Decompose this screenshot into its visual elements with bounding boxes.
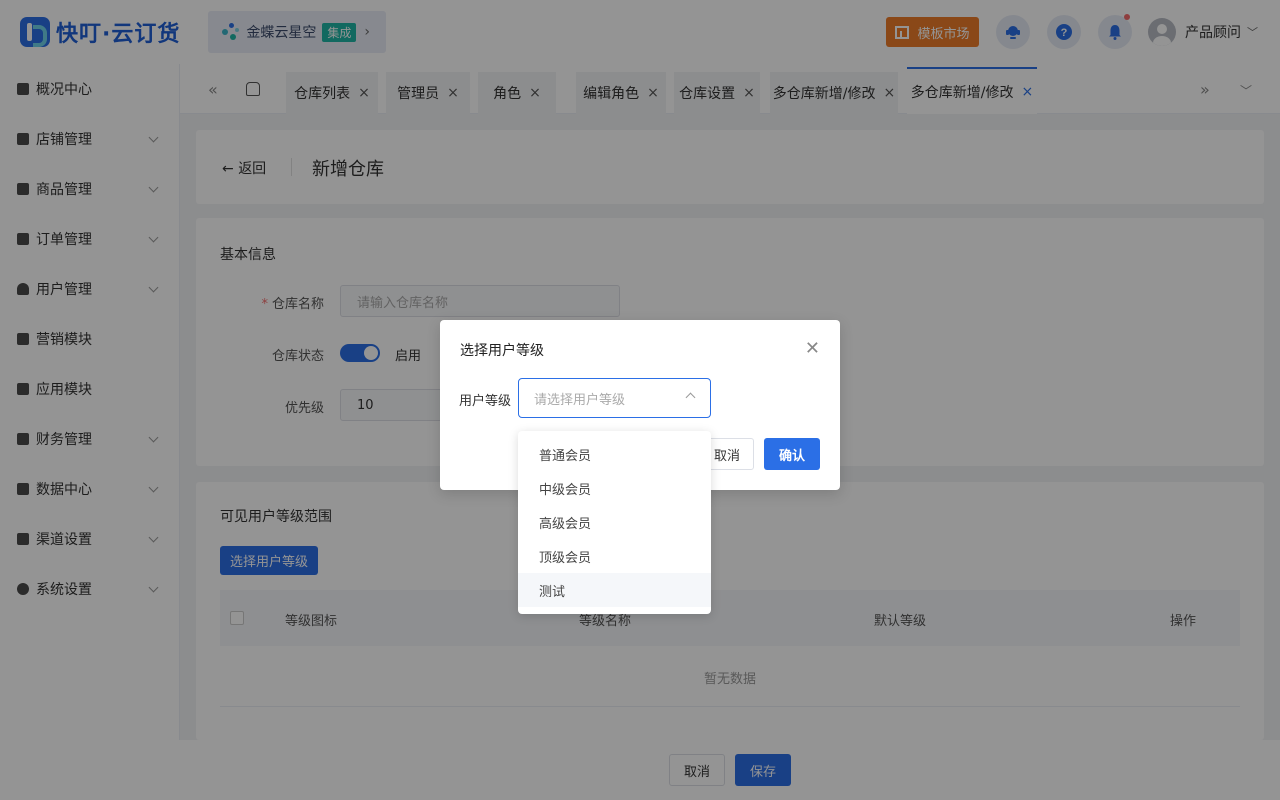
- level-label: 用户等级: [459, 394, 512, 409]
- dropdown-option[interactable]: 普通会员: [518, 437, 711, 471]
- dropdown-option[interactable]: 测试: [518, 573, 711, 607]
- dropdown-option[interactable]: 高级会员: [518, 505, 711, 539]
- select-placeholder: 请选择用户等级: [534, 392, 626, 408]
- chevron-up-icon: [685, 392, 696, 403]
- dropdown-option[interactable]: 顶级会员: [518, 539, 711, 573]
- level-select[interactable]: 请选择用户等级: [518, 378, 711, 418]
- dialog-title: 选择用户等级: [460, 343, 544, 359]
- dialog-confirm-button[interactable]: 确认: [764, 438, 820, 470]
- level-dropdown: 普通会员 中级会员 高级会员 顶级会员 测试: [518, 431, 711, 614]
- dropdown-option[interactable]: 中级会员: [518, 471, 711, 505]
- close-icon[interactable]: ✕: [805, 338, 820, 359]
